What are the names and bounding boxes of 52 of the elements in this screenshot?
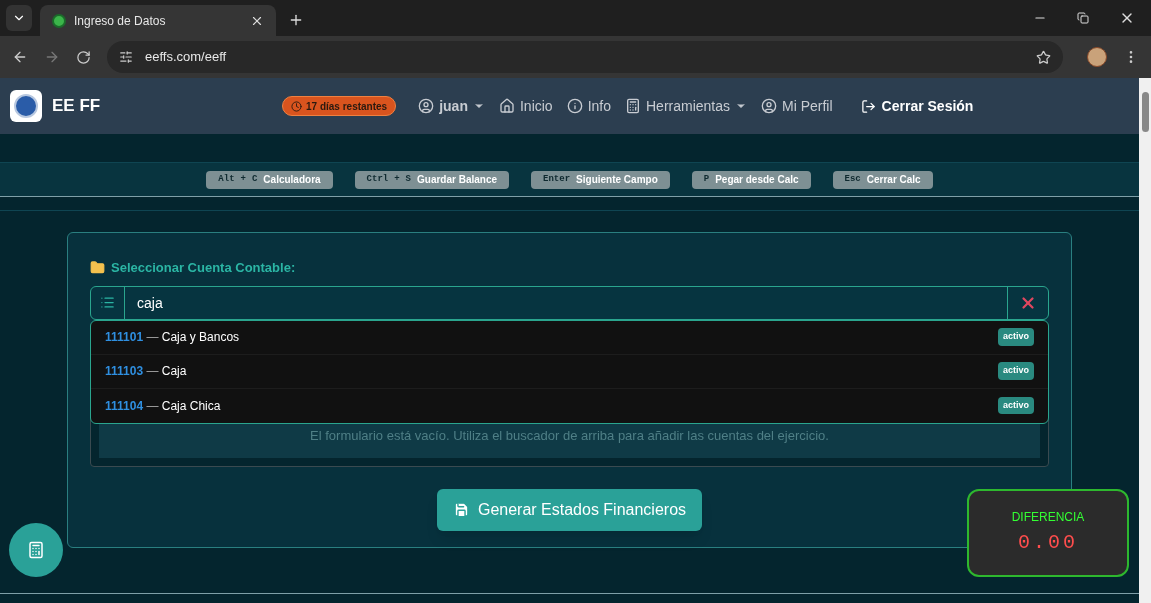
trial-badge: 17 días restantes <box>282 96 397 116</box>
account-text: 111103 — Caja <box>105 363 188 380</box>
logo-icon[interactable] <box>10 90 42 122</box>
account-text: 111104 — Caja Chica <box>105 397 222 415</box>
status-badge: activo <box>998 328 1034 346</box>
shortcut-hint: Enter Siguiente Campo <box>531 170 670 189</box>
address-bar[interactable]: eeffs.com/eeff <box>107 41 1063 73</box>
info-icon <box>566 98 583 114</box>
reload-icon[interactable] <box>76 49 91 65</box>
shortcut-hint: Ctrl + S Guardar Balance <box>354 170 510 189</box>
calculator-button[interactable] <box>9 523 63 577</box>
empty-message: El formulario está vacío. Utiliza el buscador de arriba para añadir las cuentas del ejercicio. <box>310 426 829 445</box>
favicon-icon <box>52 13 66 28</box>
shortcut-hint: Alt + C Calculadora <box>206 170 333 189</box>
list-icon <box>100 295 115 310</box>
save-icon <box>452 501 470 518</box>
brand-title[interactable]: EE FF <box>52 93 282 119</box>
folder-icon <box>90 260 105 276</box>
url-text: eeffs.com/eeff <box>145 48 228 67</box>
result-item[interactable]: 111104 — Caja Chica activo <box>91 388 1048 423</box>
difference-label: DIFERENCIA <box>1011 509 1085 526</box>
bookmark-icon[interactable] <box>1036 49 1051 65</box>
status-badge: activo <box>998 396 1034 415</box>
calculator-icon <box>625 98 641 114</box>
nav-link[interactable]: Herramientas <box>625 95 748 117</box>
logout-link[interactable]: Cerrar Sesión <box>860 95 974 117</box>
calculator-icon <box>27 541 45 559</box>
profile-avatar[interactable] <box>1087 47 1107 67</box>
logout-icon <box>860 98 876 114</box>
browser-tab[interactable]: Ingreso de Datos <box>40 5 276 36</box>
user-icon <box>418 98 435 114</box>
user-icon <box>761 98 778 114</box>
site-info-icon[interactable] <box>119 50 133 64</box>
forward-icon[interactable] <box>44 49 60 65</box>
nav-link[interactable]: Inicio <box>498 95 553 117</box>
back-icon[interactable] <box>12 49 28 65</box>
shortcut-hint: Esc Cerrar Calc <box>832 170 933 189</box>
field-label: Seleccionar Cuenta Contable: <box>111 259 296 277</box>
tab-list-button[interactable] <box>6 5 32 31</box>
shortcut-hint: P Pegar desde Calc <box>691 170 811 189</box>
account-text: 111101 — Caja y Bancos <box>105 329 241 346</box>
nav-link[interactable]: Mi Perfil <box>761 95 833 117</box>
status-badge: activo <box>998 362 1034 380</box>
restore-icon[interactable] <box>1077 12 1089 24</box>
result-item[interactable]: 111101 — Caja y Bancos activo <box>91 320 1048 355</box>
home-icon <box>498 98 515 114</box>
new-tab-icon[interactable] <box>288 12 304 28</box>
difference-value: 0.00 <box>1018 530 1078 556</box>
tab-title: Ingreso de Datos <box>74 12 167 30</box>
result-item[interactable]: 111103 — Caja activo <box>91 354 1048 389</box>
nav-link[interactable]: juan <box>418 95 485 117</box>
nav-link[interactable]: Info <box>566 95 611 117</box>
